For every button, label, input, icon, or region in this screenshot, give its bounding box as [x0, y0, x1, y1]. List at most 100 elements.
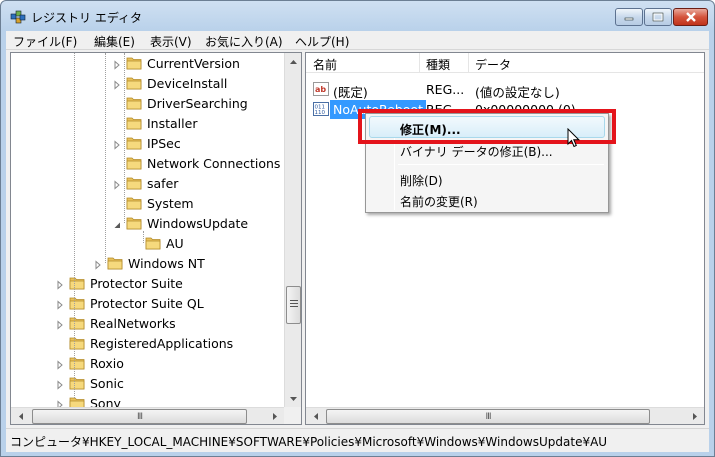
folder-icon [145, 236, 161, 250]
expand-arrow-icon[interactable] [112, 138, 122, 150]
tree-item[interactable]: AU [131, 233, 184, 253]
maximize-button[interactable] [644, 8, 672, 26]
tree-item-label: AU [166, 235, 184, 251]
tree-item[interactable]: DriverSearching [112, 93, 248, 113]
status-path: コンピュータ¥HKEY_LOCAL_MACHINE¥SOFTWARE¥Polic… [10, 435, 608, 449]
folder-icon [69, 316, 85, 330]
registry-editor-window: レジストリ エディタ ファイル(F) 編集(E) 表示(V) お気に入り(A) … [0, 0, 715, 457]
tree-item-label: Roxio [90, 355, 124, 371]
expand-arrow-icon[interactable] [112, 178, 122, 190]
title-bar[interactable]: レジストリ エディタ [1, 1, 714, 31]
scroll-left-arrow-icon[interactable] [308, 409, 323, 424]
tree-item[interactable]: CurrentVersion [112, 53, 240, 73]
tree-vertical-scroll-thumb[interactable] [286, 286, 301, 324]
expand-arrow-icon[interactable] [55, 358, 65, 370]
tree-item[interactable]: DeviceInstall [112, 73, 227, 93]
tree-item-label: IPSec [147, 135, 181, 151]
menu-edit[interactable]: 編集(E) [94, 33, 135, 50]
tree-item-label: Network Connections [147, 155, 281, 171]
tree-item-label: safer [147, 175, 179, 191]
column-header-name[interactable]: 名前 [313, 56, 337, 73]
menu-favorites[interactable]: お気に入り(A) [205, 33, 283, 50]
expand-arrow-icon[interactable] [55, 318, 65, 330]
tree-item-label: CurrentVersion [147, 55, 240, 71]
menu-help[interactable]: ヘルプ(H) [295, 33, 349, 50]
folder-icon [126, 76, 142, 90]
tree-guide-line [105, 53, 106, 263]
folder-icon [126, 56, 142, 70]
scroll-down-arrow-icon[interactable] [286, 391, 301, 406]
folder-icon [126, 136, 142, 150]
folder-icon [126, 216, 142, 230]
expand-arrow-icon[interactable] [112, 58, 122, 70]
expand-arrow-icon[interactable] [112, 78, 122, 90]
svg-text:110: 110 [315, 110, 326, 116]
expand-arrow-icon[interactable] [55, 278, 65, 290]
scroll-up-arrow-icon[interactable] [286, 54, 301, 69]
scroll-right-arrow-icon[interactable] [267, 409, 282, 424]
list-horizontal-scroll-thumb[interactable]: III [326, 409, 650, 424]
folder-icon [126, 176, 142, 190]
tree-item-label: Protector Suite [90, 275, 183, 291]
maximize-icon [652, 12, 664, 22]
expand-arrow-icon[interactable] [93, 258, 103, 270]
tree-item[interactable]: Network Connections [112, 153, 280, 173]
value-list-pane[interactable]: 名前 種類 データ ab (既定) REG... (値の設定なし) 011 11… [305, 52, 705, 425]
window-title: レジストリ エディタ [31, 11, 142, 25]
scroll-right-arrow-icon[interactable] [687, 409, 702, 424]
folder-icon [69, 376, 85, 390]
mouse-pointer-icon [567, 128, 581, 148]
tree-item[interactable]: Sonic [55, 373, 124, 393]
tree-item[interactable]: Windows NT [93, 253, 205, 273]
expand-arrow-icon[interactable] [55, 378, 65, 390]
menu-bar: ファイル(F) 編集(E) 表示(V) お気に入り(A) ヘルプ(H) [6, 31, 709, 50]
status-bar: コンピュータ¥HKEY_LOCAL_MACHINE¥SOFTWARE¥Polic… [6, 428, 709, 452]
list-horizontal-scrollbar[interactable]: III [306, 407, 704, 424]
value-row-default[interactable]: ab (既定) REG... (値の設定なし) [306, 79, 704, 100]
close-icon [685, 12, 696, 22]
menu-file[interactable]: ファイル(F) [13, 33, 77, 50]
minimize-button[interactable] [615, 8, 643, 26]
minimize-icon [624, 17, 634, 21]
tree-item[interactable]: IPSec [112, 133, 181, 153]
tree-item[interactable]: WindowsUpdate [112, 213, 248, 233]
tree-vertical-scrollbar[interactable] [284, 53, 301, 407]
tree-item[interactable]: Roxio [55, 353, 124, 373]
dword-value-icon: 011 110 [313, 102, 329, 116]
tree-item-label: System [147, 195, 194, 211]
column-separator[interactable] [468, 53, 469, 73]
column-header-type[interactable]: 種類 [426, 56, 450, 73]
folder-icon [126, 196, 142, 210]
svg-text:ab: ab [315, 85, 326, 94]
close-button[interactable] [673, 8, 708, 26]
tree-horizontal-scroll-thumb[interactable]: III [32, 409, 247, 424]
folder-icon [126, 96, 142, 110]
tree-horizontal-scrollbar[interactable]: III [11, 407, 284, 424]
expand-arrow-icon[interactable] [55, 298, 65, 310]
tree-guide-line [74, 53, 75, 398]
menu-item-rename[interactable]: 名前の変更(R) [400, 193, 478, 210]
menu-separator [398, 164, 604, 165]
grip-icon [290, 300, 298, 307]
menu-view[interactable]: 表示(V) [150, 33, 192, 50]
scroll-left-arrow-icon[interactable] [13, 409, 28, 424]
folder-icon [69, 276, 85, 290]
tree-item[interactable]: safer [112, 173, 178, 193]
tree-item-label: Installer [147, 115, 198, 131]
tree-item[interactable]: Protector Suite QL [55, 293, 204, 313]
folder-icon [69, 336, 85, 350]
menu-item-delete[interactable]: 削除(D) [400, 172, 443, 189]
column-separator[interactable] [419, 53, 420, 73]
tree-item[interactable]: RegisteredApplications [55, 333, 233, 353]
collapse-arrow-icon[interactable] [112, 218, 122, 228]
column-header-data[interactable]: データ [475, 56, 511, 73]
scroll-grip: III [485, 411, 492, 422]
menu-item-modify-binary[interactable]: バイナリ データの修正(B)... [400, 143, 553, 160]
key-tree-pane[interactable]: CurrentVersion DeviceInstall DriverSearchi… [10, 52, 302, 425]
tree-item-label: RegisteredApplications [90, 335, 234, 351]
